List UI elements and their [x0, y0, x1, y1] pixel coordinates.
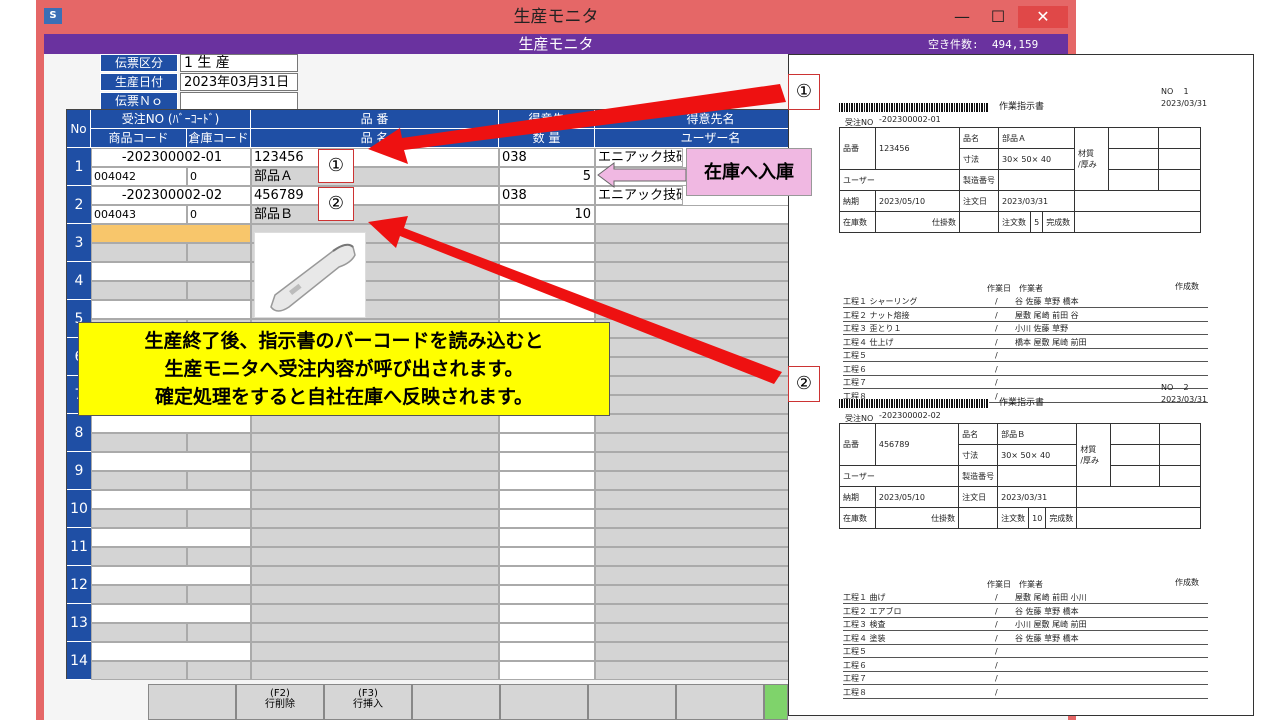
marker-2: ② — [318, 187, 354, 221]
note-line: 生産モニタへ受注内容が呼び出されます。 — [164, 358, 524, 380]
in-stock-callout: 在庫へ入庫 — [686, 148, 812, 196]
sheet-marker-1: ① — [788, 74, 820, 110]
in-stock-arrow — [597, 162, 687, 188]
explanation-note: 生産終了後、指示書のバーコードを読み込むと 生産モニタへ受注内容が呼び出されます… — [78, 322, 610, 416]
sheet-marker-2: ② — [788, 366, 820, 402]
note-line: 生産終了後、指示書のバーコードを読み込むと — [144, 330, 544, 352]
marker-1: ① — [318, 149, 354, 183]
note-line: 確定処理をすると自社在庫へ反映されます。 — [154, 386, 534, 408]
